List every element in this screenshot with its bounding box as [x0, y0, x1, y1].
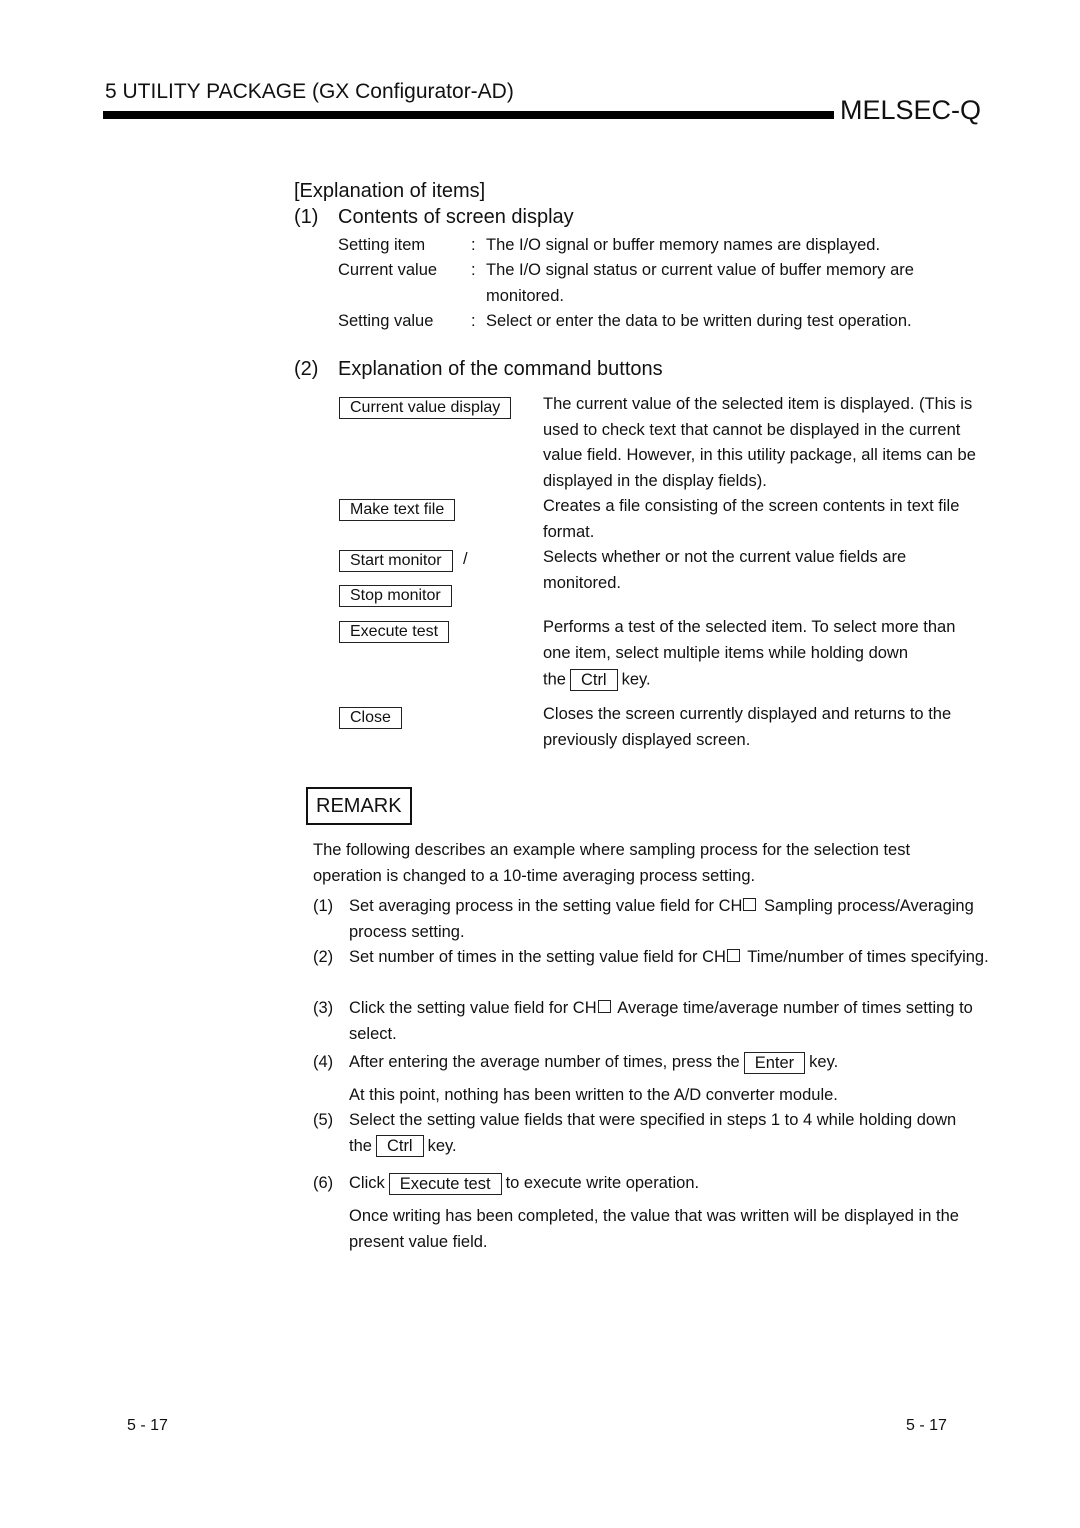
button-desc: Closes the screen currently displayed an… [543, 705, 952, 749]
item-colon: : [471, 312, 476, 330]
channel-placeholder-icon [726, 949, 740, 962]
start-monitor-button[interactable]: Start monitor [339, 550, 453, 572]
button-separator: / [463, 550, 468, 568]
step-text-pre: Set averaging process in the setting val… [349, 897, 743, 915]
page-number-right: 5 - 17 [906, 1417, 947, 1434]
chapter-title: 5 UTILITY PACKAGE (GX Configurator-AD) [105, 80, 514, 103]
section1-title: Contents of screen display [338, 206, 574, 228]
step-text: Set number of times in the setting value… [349, 945, 989, 971]
step-note: At this point, nothing has been written … [349, 1086, 838, 1104]
item-desc-continued: monitored. [486, 287, 564, 305]
step-text-post: Time/number of times specifying. [742, 948, 989, 966]
button-desc: The current value of the selected item i… [543, 395, 976, 490]
section2-number: (2) [294, 358, 319, 380]
step-text-pre: After entering the average number of tim… [349, 1053, 740, 1071]
make-text-file-button[interactable]: Make text file [339, 499, 456, 521]
step-number: (3) [313, 999, 334, 1017]
ctrl-key: Ctrl [375, 1135, 424, 1158]
step-text-pre: Click the setting value field for CH [349, 999, 597, 1017]
step-text-pre: Click [349, 1174, 385, 1192]
execute-test-key: Execute test [388, 1172, 502, 1195]
step-number: (6) [313, 1174, 334, 1192]
ctrl-key: Ctrl [569, 669, 618, 691]
item-desc: The I/O signal status or current value o… [486, 261, 914, 279]
header-rule [103, 111, 834, 119]
section2-title: Explanation of the command buttons [338, 358, 663, 380]
button-desc: Selects whether or not the current value… [543, 548, 907, 592]
step-text: Click the setting value field for CH Ave… [349, 996, 989, 1047]
channel-placeholder-icon [597, 1000, 611, 1013]
channel-placeholder-icon [743, 898, 757, 911]
item-desc: Select or enter the data to be written d… [486, 312, 912, 330]
step-number: (2) [313, 948, 334, 966]
button-desc: Performs a test of the selected item. To… [543, 618, 956, 662]
key-line-pre: the [543, 670, 566, 689]
step-text-post: to execute write operation. [505, 1174, 700, 1192]
item-desc: The I/O signal or buffer memory names ar… [486, 236, 881, 254]
step-text-post: key. [809, 1053, 839, 1071]
button-desc-key-line: the Ctrl key. [543, 669, 651, 691]
key-line-post: key. [621, 670, 651, 689]
section2-heading: (2) Explanation of the command buttons [294, 358, 663, 381]
step-number: (5) [313, 1111, 334, 1129]
brand-label: MELSEC-Q [840, 95, 982, 125]
execute-test-button[interactable]: Execute test [339, 621, 450, 643]
item-label: Setting item [338, 236, 426, 254]
step-number: (4) [313, 1053, 334, 1071]
step-text-post: key. [427, 1136, 457, 1155]
item-colon: : [471, 261, 476, 279]
enter-key: Enter [743, 1051, 806, 1074]
step-text: Select the setting value fields that wer… [349, 1108, 969, 1159]
close-button[interactable]: Close [339, 707, 402, 729]
step-number: (1) [313, 897, 334, 915]
item-label: Current value [338, 261, 438, 279]
step-text-pre: Set number of times in the setting value… [349, 948, 726, 966]
explanation-heading: [Explanation of items] [294, 180, 486, 202]
step-note: Once writing has been completed, the val… [349, 1207, 959, 1251]
item-colon: : [471, 236, 476, 254]
section1-heading: (1) Contents of screen display [294, 206, 574, 229]
section1-number: (1) [294, 206, 319, 228]
current-value-display-button[interactable]: Current value display [339, 397, 512, 419]
step-text: Click Execute test to execute write operat… [349, 1171, 989, 1197]
stop-monitor-button[interactable]: Stop monitor [339, 585, 452, 607]
item-label: Setting value [338, 312, 434, 330]
page-number-left: 5 - 17 [127, 1417, 168, 1434]
step-text: Set averaging process in the setting val… [349, 894, 989, 945]
button-desc: Creates a file consisting of the screen … [543, 497, 960, 541]
step-text: After entering the average number of tim… [349, 1050, 989, 1076]
remark-intro: The following describes an example where… [313, 841, 911, 885]
remark-label: REMARK [306, 787, 412, 825]
